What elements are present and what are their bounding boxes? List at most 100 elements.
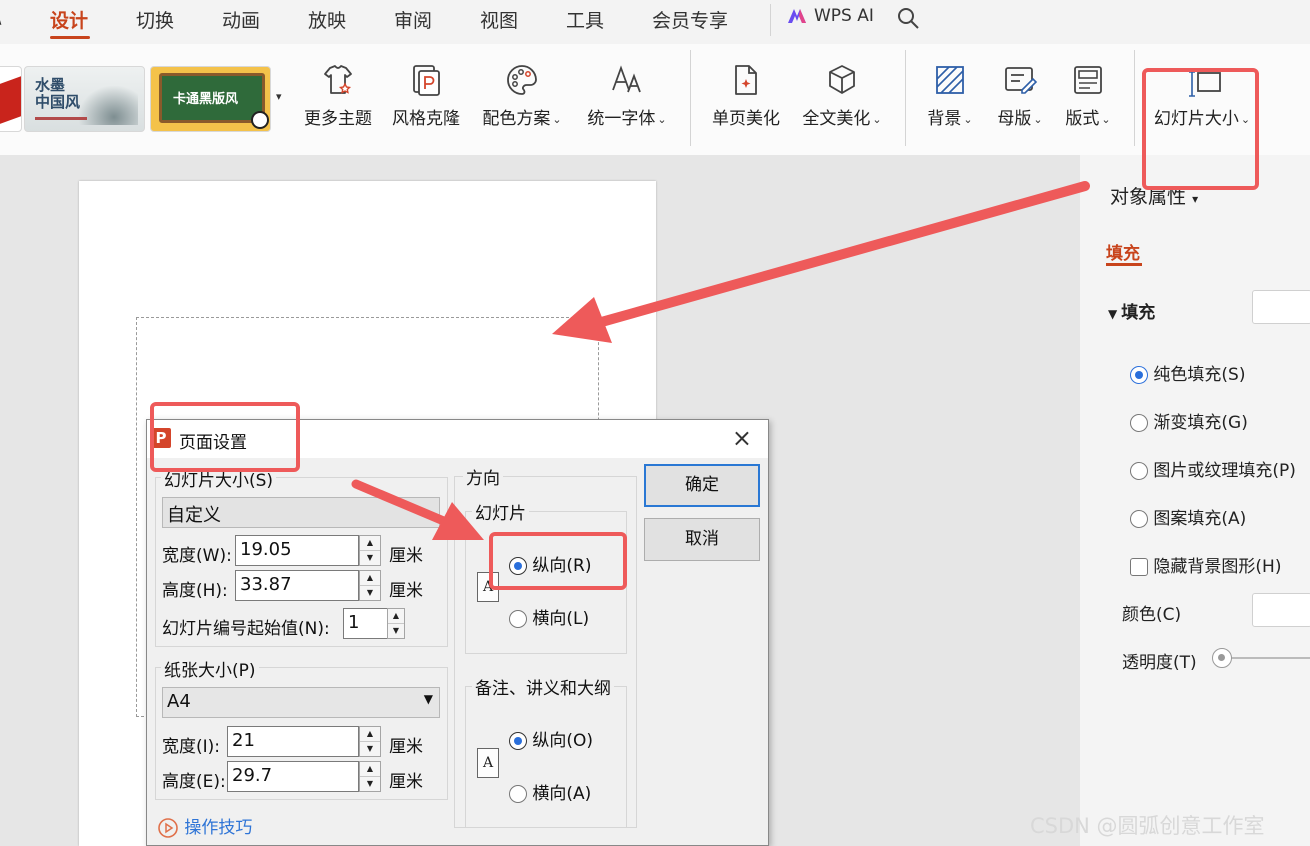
portrait-o-radio[interactable] — [509, 732, 527, 750]
transparency-label: 透明度(T) — [1122, 653, 1197, 673]
width-input[interactable]: 19.05 — [235, 535, 359, 566]
orientation-group-label: 方向 — [463, 464, 503, 489]
layout-label: 版式 — [1065, 109, 1100, 129]
ok-button[interactable]: 确定 — [644, 464, 760, 507]
hide-bg-checkbox[interactable] — [1130, 558, 1148, 576]
spin-down-icon[interactable]: ▼ — [360, 586, 380, 601]
spin-up-icon[interactable]: ▲ — [360, 762, 380, 777]
transparency-slider-track[interactable] — [1230, 657, 1310, 659]
tab-design[interactable]: 设计 — [50, 6, 88, 33]
landscape-l-radio[interactable] — [509, 610, 527, 628]
picture-fill-option[interactable]: 图片或纹理填充(P) — [1130, 456, 1296, 481]
landscape-a-option[interactable]: 横向(A) — [509, 779, 591, 804]
full-beautify-label: 全文美化 — [802, 109, 871, 129]
background-button[interactable]: 背景 ⌄ — [922, 62, 978, 129]
start-number-input[interactable]: 1 — [343, 608, 389, 639]
color-scheme-button[interactable]: 配色方案 ⌄ — [478, 62, 566, 129]
spin-down-icon[interactable]: ▼ — [360, 742, 380, 757]
transparency-slider-handle[interactable] — [1212, 648, 1232, 668]
ribbon-divider — [1134, 50, 1135, 146]
spin-down-icon[interactable]: ▼ — [360, 777, 380, 792]
spin-down-icon[interactable]: ▼ — [388, 624, 404, 639]
theme-more-chevron-icon[interactable]: ▾ — [276, 90, 282, 103]
landscape-a-radio[interactable] — [509, 785, 527, 803]
paper-width-unit: 厘米 — [389, 737, 423, 757]
annotation-box-dialog-title — [150, 402, 300, 472]
fill-section-header[interactable]: ▼ 填充 — [1108, 298, 1155, 323]
pattern-fill-radio[interactable] — [1130, 510, 1148, 528]
color-scheme-label: 配色方案 — [482, 109, 551, 129]
width-spinner[interactable]: ▲ ▼ — [359, 535, 381, 566]
paper-height-unit: 厘米 — [389, 772, 423, 792]
wps-ai-label: WPS AI — [814, 6, 874, 26]
theme-thumbnail-cartoon[interactable]: 卡通黑版风 — [150, 66, 271, 132]
more-themes-button[interactable]: 更多主题 — [300, 62, 376, 129]
unify-font-button[interactable]: 统一字体 ⌄ — [584, 62, 670, 129]
theme-red-shape — [0, 76, 21, 126]
search-icon[interactable] — [896, 6, 920, 30]
start-number-spinner[interactable]: ▲ ▼ — [387, 608, 405, 639]
paper-width-input[interactable]: 21 — [227, 726, 359, 757]
active-tab-underline — [50, 36, 90, 39]
gradient-fill-option[interactable]: 渐变填充(G) — [1130, 408, 1248, 433]
tab-review[interactable]: 审阅 — [394, 6, 432, 33]
theme-ink-bar — [35, 117, 87, 120]
notes-subgroup-label: 备注、讲义和大纲 — [472, 674, 614, 699]
start-number-label: 幻灯片编号起始值(N): — [162, 619, 330, 639]
close-icon[interactable]: × — [732, 426, 752, 450]
tab-slideshow[interactable]: 放映 — [308, 6, 346, 33]
more-themes-label: 更多主题 — [304, 109, 372, 129]
slide-size-select[interactable]: 自定义 — [162, 497, 440, 528]
tab-transition[interactable]: 切换 — [136, 6, 174, 33]
color-picker[interactable] — [1252, 593, 1310, 627]
spin-up-icon[interactable]: ▲ — [360, 536, 380, 551]
picture-fill-radio[interactable] — [1130, 462, 1148, 480]
master-button[interactable]: 母版 ⌄ — [992, 62, 1048, 129]
height-spinner[interactable]: ▲ ▼ — [359, 570, 381, 601]
wps-ai-button[interactable]: WPS AI — [786, 6, 874, 26]
background-icon — [936, 66, 964, 94]
spin-up-icon[interactable]: ▲ — [360, 571, 380, 586]
theme-thumbnail-partial[interactable] — [0, 66, 22, 132]
solid-fill-option[interactable]: 纯色填充(S) — [1130, 360, 1245, 385]
page-beautify-button[interactable]: 单页美化 — [708, 62, 784, 129]
paper-height-spinner[interactable]: ▲ ▼ — [359, 761, 381, 792]
width-unit: 厘米 — [389, 546, 423, 566]
spin-down-icon[interactable]: ▼ — [360, 551, 380, 566]
height-unit: 厘米 — [389, 581, 423, 601]
fill-dropdown[interactable] — [1252, 290, 1310, 324]
master-icon — [1005, 67, 1038, 94]
theme-thumbnail-ink[interactable]: 水墨 中国风 — [24, 66, 145, 132]
tab-view[interactable]: 视图 — [480, 6, 518, 33]
theme-ink-mountain — [78, 85, 138, 125]
tab-fill[interactable]: 填充 — [1106, 239, 1140, 264]
watermark: CSDN @圆弧创意工作室 — [1030, 814, 1265, 838]
background-chevron-down-icon: ⌄ — [963, 112, 973, 126]
gradient-fill-radio[interactable] — [1130, 414, 1148, 432]
spin-up-icon[interactable]: ▲ — [360, 727, 380, 742]
paper-width-spinner[interactable]: ▲ ▼ — [359, 726, 381, 757]
height-label: 高度(H): — [162, 581, 228, 601]
paper-size-select[interactable]: A4 ▼ — [162, 687, 440, 718]
spin-up-icon[interactable]: ▲ — [388, 609, 404, 624]
solid-fill-radio[interactable] — [1130, 366, 1148, 384]
unify-font-label: 统一字体 — [587, 109, 656, 129]
paper-height-input[interactable]: 29.7 — [227, 761, 359, 792]
layout-button[interactable]: 版式 ⌄ — [1060, 62, 1116, 129]
hide-bg-option[interactable]: 隐藏背景图形(H) — [1130, 552, 1281, 577]
unify-font-chevron-down-icon: ⌄ — [657, 112, 667, 126]
portrait-o-option[interactable]: 纵向(O) — [509, 726, 593, 751]
pattern-fill-option[interactable]: 图案填充(A) — [1130, 504, 1246, 529]
style-clone-button[interactable]: 风格克隆 — [388, 62, 464, 129]
landscape-l-option[interactable]: 横向(L) — [509, 604, 589, 629]
tips-link[interactable]: 操作技巧 — [157, 813, 252, 839]
height-input[interactable]: 33.87 — [235, 570, 359, 601]
full-beautify-button[interactable]: 全文美化 ⌄ — [798, 62, 886, 129]
pattern-fill-label: 图案填充(A) — [1153, 509, 1247, 529]
cancel-button[interactable]: 取消 — [644, 518, 760, 561]
tab-animation[interactable]: 动画 — [222, 6, 260, 33]
slides-subgroup-label: 幻灯片 — [472, 499, 529, 524]
tab-member[interactable]: 会员专享 — [652, 6, 728, 33]
color-scheme-chevron-down-icon: ⌄ — [552, 112, 562, 126]
tab-tools[interactable]: 工具 — [566, 6, 604, 33]
